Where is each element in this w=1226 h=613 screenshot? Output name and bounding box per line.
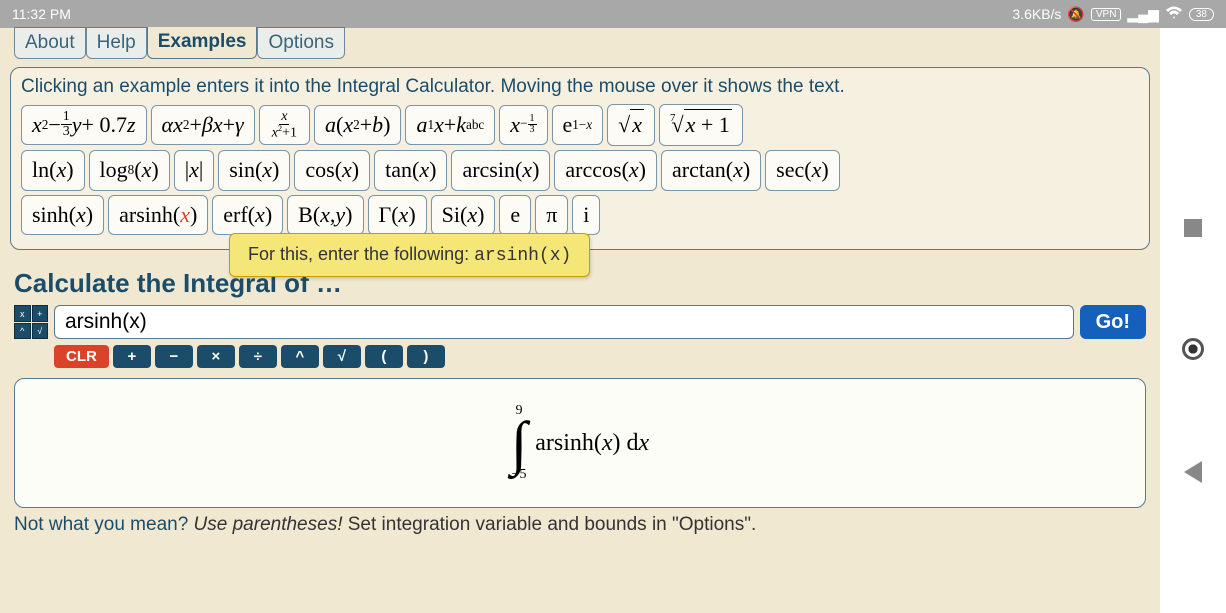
ex-log[interactable]: log8(x) (89, 150, 170, 191)
ex-subscripts[interactable]: a1x + kabc (405, 105, 495, 146)
example-tooltip: For this, enter the following: arsinh(x) (229, 233, 590, 277)
tab-options[interactable]: Options (257, 27, 344, 59)
signal-icon: ▂▄▆ (1127, 6, 1158, 23)
ex-si[interactable]: Si(x) (431, 195, 496, 236)
ex-sec[interactable]: sec(x) (765, 150, 840, 191)
integrand: arsinh(x) dx (535, 430, 649, 457)
clr-button[interactable]: CLR (54, 345, 109, 368)
wifi-icon (1165, 6, 1183, 23)
tab-examples[interactable]: Examples (147, 27, 258, 59)
status-speed: 3.6KB/s (1012, 6, 1061, 22)
home-icon[interactable] (1182, 338, 1204, 360)
ex-gamma[interactable]: Γ(x) (368, 195, 427, 236)
ex-erf[interactable]: erf(x) (212, 195, 283, 236)
ex-cos[interactable]: cos(x) (294, 150, 370, 191)
status-bar: 11:32 PM 3.6KB/s 🔕 VPN ▂▄▆ 38 (0, 0, 1226, 28)
lparen-button[interactable]: ( (365, 345, 403, 368)
ex-exp[interactable]: e1−x (552, 105, 604, 146)
battery-badge: 38 (1189, 8, 1214, 21)
tab-help[interactable]: Help (86, 27, 147, 59)
ex-arccos[interactable]: arccos(x) (554, 150, 657, 191)
tooltip-code: arsinh(x) (474, 246, 571, 266)
ex-pi[interactable]: π (535, 195, 568, 236)
expression-input[interactable] (54, 305, 1074, 339)
device-nav (1160, 28, 1226, 613)
footer-hint: Not what you mean? Use parentheses! Set … (14, 514, 1146, 536)
ex-sinh[interactable]: sinh(x) (21, 195, 104, 236)
recents-icon[interactable] (1184, 219, 1202, 237)
input-row: x+ ^√ Go! (14, 305, 1146, 339)
integral-symbol: 9 ∫ −5 (511, 403, 527, 483)
mute-icon: 🔕 (1067, 6, 1084, 23)
sqrt-button[interactable]: √ (323, 345, 361, 368)
ex-quadratic[interactable]: αx2 + βx + γ (151, 105, 255, 146)
ex-sin[interactable]: sin(x) (218, 150, 290, 191)
ex-negpow[interactable]: x−13 (499, 105, 547, 146)
power-button[interactable]: ^ (281, 345, 319, 368)
integral-preview: 9 ∫ −5 arsinh(x) dx (14, 378, 1146, 508)
ex-tan[interactable]: tan(x) (374, 150, 447, 191)
ex-nthroot[interactable]: 7√x + 1 (659, 104, 743, 146)
back-icon[interactable] (1184, 461, 1202, 483)
vpn-badge: VPN (1091, 8, 1122, 21)
minus-button[interactable]: − (155, 345, 193, 368)
rparen-button[interactable]: ) (407, 345, 445, 368)
ex-ln[interactable]: ln(x) (21, 150, 85, 191)
status-right: 3.6KB/s 🔕 VPN ▂▄▆ 38 (1012, 6, 1214, 23)
example-row-3: sinh(x) arsinh(x) erf(x) B(x, y) Γ(x) Si… (21, 195, 1139, 236)
ex-arcsin[interactable]: arcsin(x) (451, 150, 550, 191)
ex-abs[interactable]: |x| (174, 150, 215, 191)
app-area: About Help Examples Options Clicking an … (0, 28, 1160, 613)
example-row-2: ln(x) log8(x) |x| sin(x) cos(x) tan(x) a… (21, 150, 1139, 191)
ex-arsinh[interactable]: arsinh(x) (108, 195, 208, 236)
status-time: 11:32 PM (12, 6, 71, 22)
go-button[interactable]: Go! (1080, 305, 1146, 339)
keyboard-toggle[interactable]: x+ ^√ (14, 305, 48, 339)
ex-e[interactable]: e (499, 195, 531, 236)
ex-polynomial[interactable]: x2 − 13y + 0.7z (21, 105, 147, 146)
ex-rational[interactable]: xx2+1 (259, 105, 310, 146)
calc-bar: CLR + − × ÷ ^ √ ( ) (54, 345, 1160, 368)
tab-about[interactable]: About (14, 27, 86, 59)
lower-bound: −5 (512, 467, 527, 483)
ex-i[interactable]: i (572, 195, 600, 236)
divide-button[interactable]: ÷ (239, 345, 277, 368)
times-button[interactable]: × (197, 345, 235, 368)
ex-sqrt[interactable]: √x (607, 104, 655, 146)
tabs: About Help Examples Options (0, 27, 1160, 59)
ex-arctan[interactable]: arctan(x) (661, 150, 761, 191)
plus-button[interactable]: + (113, 345, 151, 368)
ex-beta[interactable]: B(x, y) (287, 195, 363, 236)
examples-panel: Clicking an example enters it into the I… (10, 67, 1150, 250)
intro-text: Clicking an example enters it into the I… (21, 76, 1139, 98)
example-row-1: x2 − 13y + 0.7z αx2 + βx + γ xx2+1 a(x2 … (21, 104, 1139, 146)
ex-product[interactable]: a(x2 + b) (314, 105, 401, 146)
